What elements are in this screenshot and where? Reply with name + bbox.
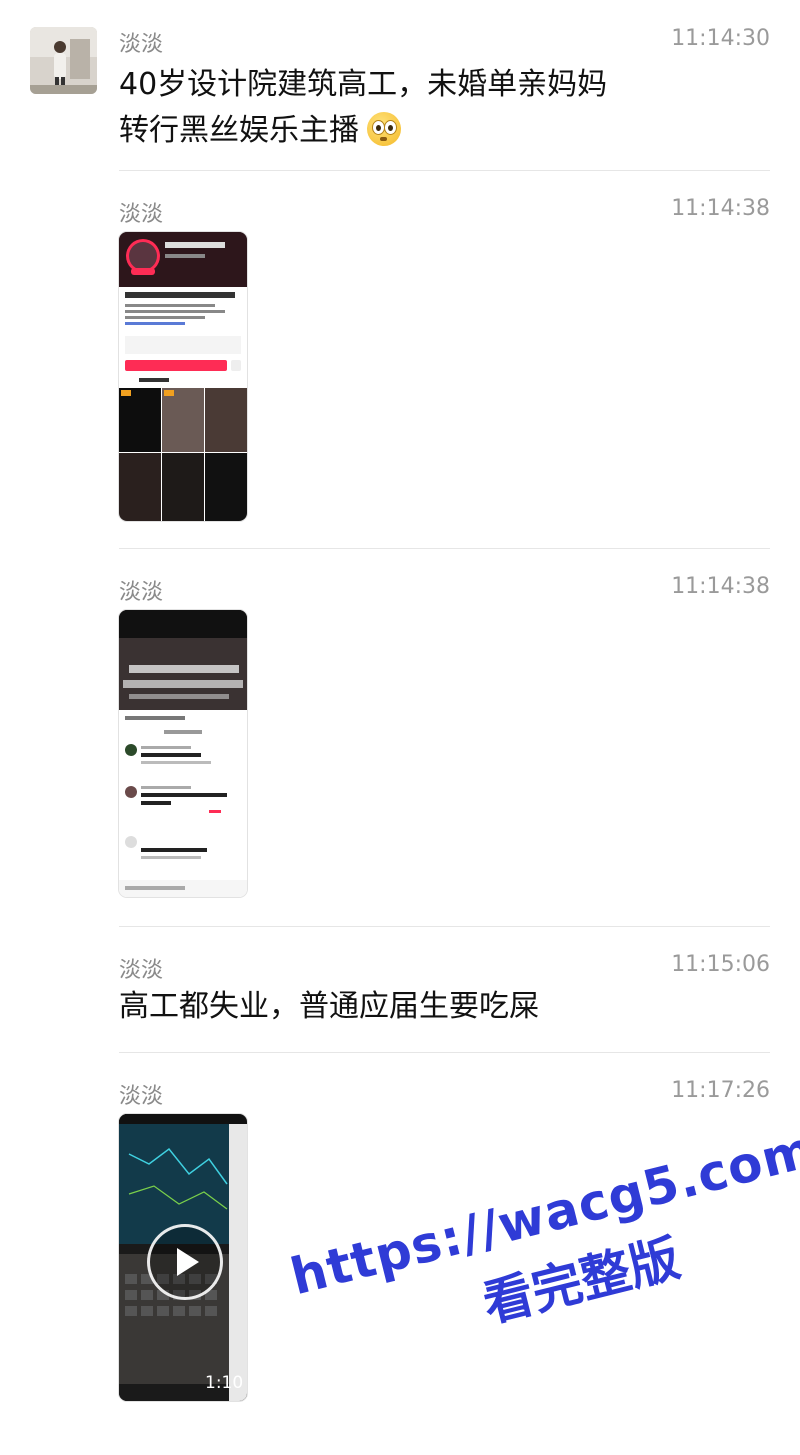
message-text[interactable]: 40岁设计院建筑高工，未婚单亲妈妈 转行黑丝娱乐主播: [119, 62, 607, 154]
message-text-line: 转行黑丝娱乐主播: [119, 113, 359, 148]
sender-name: 淡淡: [119, 202, 164, 227]
message-item: 淡淡 11:14:38: [119, 196, 770, 526]
message-item: 淡淡 11:17:26 1:10: [119, 1078, 770, 1408]
message-item: 淡淡 11:15:06 高工都失业，普通应届生要吃屎: [119, 952, 770, 1032]
sender-name: 淡淡: [119, 32, 164, 57]
play-icon[interactable]: [147, 1224, 223, 1300]
message-time: 11:15:06: [671, 952, 770, 977]
image-thumbnail-comments[interactable]: [119, 610, 247, 897]
message-time: 11:14:30: [671, 26, 770, 51]
sender-name: 淡淡: [119, 1084, 164, 1109]
sender-name: 淡淡: [119, 958, 164, 983]
image-thumbnail-profile[interactable]: [119, 232, 247, 521]
message-time: 11:14:38: [671, 196, 770, 221]
message-text[interactable]: 高工都失业，普通应届生要吃屎: [119, 984, 539, 1030]
divider: [119, 1052, 770, 1053]
sender-name: 淡淡: [119, 580, 164, 605]
message-text-line: 高工都失业，普通应届生要吃屎: [119, 989, 539, 1024]
video-duration: 1:10: [205, 1373, 244, 1393]
divider: [119, 548, 770, 549]
message-time: 11:17:26: [671, 1078, 770, 1103]
sender-avatar[interactable]: [30, 27, 97, 94]
message-time: 11:14:38: [671, 574, 770, 599]
divider: [119, 170, 770, 171]
flushed-face-icon: [367, 112, 401, 146]
divider: [119, 926, 770, 927]
message-item: 淡淡 11:14:30 40岁设计院建筑高工，未婚单亲妈妈 转行黑丝娱乐主播: [119, 26, 770, 148]
message-text-line: 40岁设计院建筑高工，未婚单亲妈妈: [119, 67, 608, 102]
message-item: 淡淡 11:14:38: [119, 574, 770, 904]
video-thumbnail[interactable]: 1:10: [119, 1114, 247, 1401]
